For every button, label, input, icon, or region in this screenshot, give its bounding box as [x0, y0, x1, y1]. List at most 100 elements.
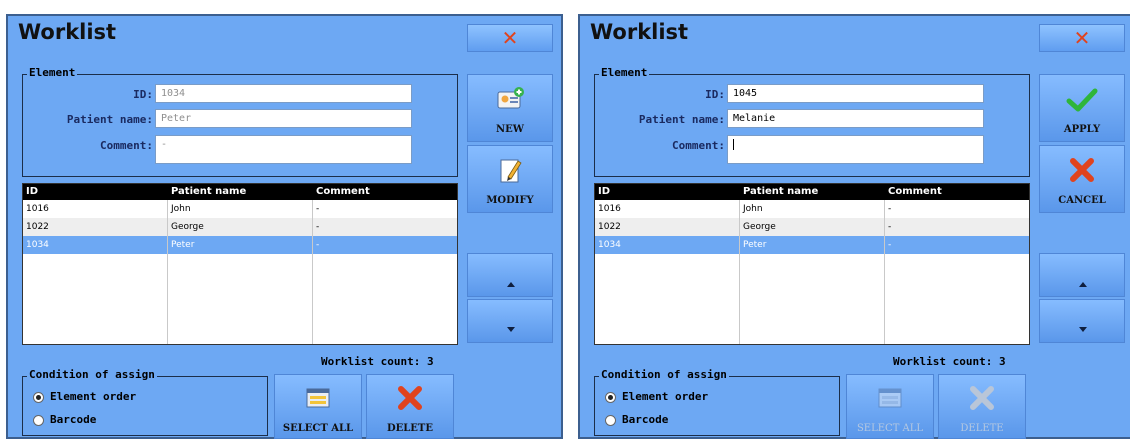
cell-comment: -: [316, 222, 320, 232]
patient-name-label: Patient name:: [66, 113, 153, 126]
radio-barcode[interactable]: [605, 415, 616, 426]
element-group: Element ID: 1045 Patient name: Melanie C…: [594, 66, 1030, 177]
table-row[interactable]: 1022 George -: [23, 218, 457, 236]
select-all-label: SELECT ALL: [282, 423, 354, 434]
id-field[interactable]: 1034: [155, 84, 412, 103]
worklist-table: ID Patient name Comment 1016 John - 1022…: [594, 183, 1030, 345]
element-group: Element ID: 1034 Patient name: Peter Com…: [22, 66, 458, 177]
cell-id: 1034: [598, 240, 621, 250]
cell-patient: George: [171, 222, 204, 232]
select-all-label: SELECT ALL: [856, 423, 924, 434]
comment-field[interactable]: -: [155, 135, 412, 164]
cell-id: 1034: [26, 240, 49, 250]
new-icon: [468, 85, 552, 117]
new-label: NEW: [496, 124, 524, 135]
radio-element-order[interactable]: [33, 392, 44, 403]
edit-icon: [468, 156, 552, 190]
column-header-id: ID: [598, 186, 611, 197]
cell-patient: Peter: [171, 240, 195, 250]
cell-comment: -: [316, 204, 320, 214]
delete-label: DELETE: [960, 423, 1004, 434]
column-divider: [312, 200, 313, 344]
table-row-selected[interactable]: 1034 Peter -: [595, 236, 1029, 254]
radio-barcode[interactable]: [33, 415, 44, 426]
arrow-down-icon: [468, 318, 552, 337]
apply-label: APPLY: [1063, 124, 1101, 135]
table-row[interactable]: 1022 George -: [595, 218, 1029, 236]
cell-patient: George: [743, 222, 776, 232]
table-header: ID Patient name Comment: [595, 184, 1029, 200]
table-row-selected[interactable]: 1034 Peter -: [23, 236, 457, 254]
patient-name-field[interactable]: Peter: [155, 109, 412, 128]
delete-icon: [367, 384, 453, 416]
delete-label: DELETE: [386, 423, 433, 434]
delete-button[interactable]: DELETE: [938, 374, 1026, 439]
condition-legend: Condition of assign: [27, 368, 157, 381]
cell-comment: -: [888, 240, 892, 250]
comment-field[interactable]: [727, 135, 984, 164]
worklist-window-right: Worklist ✕ Element ID: 1045 Patient name…: [578, 14, 1130, 439]
id-label: ID:: [133, 88, 153, 101]
column-divider: [167, 200, 168, 344]
cell-comment: -: [316, 240, 320, 250]
radio-barcode-label: Barcode: [622, 413, 669, 426]
select-all-button[interactable]: SELECT ALL: [846, 374, 934, 439]
move-up-button[interactable]: [467, 253, 553, 297]
worklist-count: Worklist count: 3: [893, 355, 1006, 368]
window-title: Worklist: [18, 20, 117, 44]
worklist-window-left: Worklist ✕ Element ID: 1034 Patient name…: [6, 14, 563, 439]
cell-comment: -: [888, 204, 892, 214]
column-header-patient: Patient name: [743, 186, 819, 197]
id-field[interactable]: 1045: [727, 84, 984, 103]
close-icon: ✕: [501, 26, 519, 50]
cell-id: 1022: [26, 222, 49, 232]
select-all-button[interactable]: SELECT ALL: [274, 374, 362, 439]
condition-group: Condition of assign Element order Barcod…: [22, 368, 268, 436]
checkmark-icon: [1040, 87, 1124, 117]
cancel-icon: [1040, 156, 1124, 188]
cell-id: 1016: [598, 204, 621, 214]
column-header-id: ID: [26, 186, 39, 197]
column-header-comment: Comment: [316, 186, 370, 197]
cell-id: 1016: [26, 204, 49, 214]
cell-patient: Peter: [743, 240, 767, 250]
arrow-up-icon: [1040, 272, 1124, 291]
column-header-comment: Comment: [888, 186, 942, 197]
modify-label: MODIFY: [486, 195, 534, 206]
select-all-icon: [847, 387, 933, 413]
element-legend: Element: [27, 66, 78, 79]
delete-button[interactable]: DELETE: [366, 374, 454, 439]
radio-element-order-label: Element order: [622, 390, 709, 403]
cancel-button[interactable]: CANCEL: [1039, 145, 1125, 213]
window-title: Worklist: [590, 20, 689, 44]
element-legend: Element: [599, 66, 650, 79]
cell-patient: John: [743, 204, 763, 214]
close-button[interactable]: ✕: [1039, 24, 1125, 52]
table-header: ID Patient name Comment: [23, 184, 457, 200]
table-row[interactable]: 1016 John -: [23, 200, 457, 218]
patient-name-field[interactable]: Melanie: [727, 109, 984, 128]
cell-id: 1022: [598, 222, 621, 232]
table-row[interactable]: 1016 John -: [595, 200, 1029, 218]
column-header-patient: Patient name: [171, 186, 247, 197]
close-button[interactable]: ✕: [467, 24, 553, 52]
select-all-icon: [275, 387, 361, 413]
new-button[interactable]: NEW: [467, 74, 553, 142]
id-label: ID:: [705, 88, 725, 101]
move-down-button[interactable]: [1039, 299, 1125, 343]
comment-label: Comment:: [100, 139, 153, 152]
cancel-label: CANCEL: [1058, 195, 1106, 206]
modify-button[interactable]: MODIFY: [467, 145, 553, 213]
column-divider: [884, 200, 885, 344]
worklist-count: Worklist count: 3: [321, 355, 434, 368]
move-up-button[interactable]: [1039, 253, 1125, 297]
move-down-button[interactable]: [467, 299, 553, 343]
radio-element-order-label: Element order: [50, 390, 137, 403]
radio-element-order[interactable]: [605, 392, 616, 403]
close-icon: ✕: [1073, 26, 1091, 50]
radio-barcode-label: Barcode: [50, 413, 97, 426]
cell-comment: -: [888, 222, 892, 232]
condition-group: Condition of assign Element order Barcod…: [594, 368, 840, 436]
apply-button[interactable]: APPLY: [1039, 74, 1125, 142]
cell-patient: John: [171, 204, 191, 214]
